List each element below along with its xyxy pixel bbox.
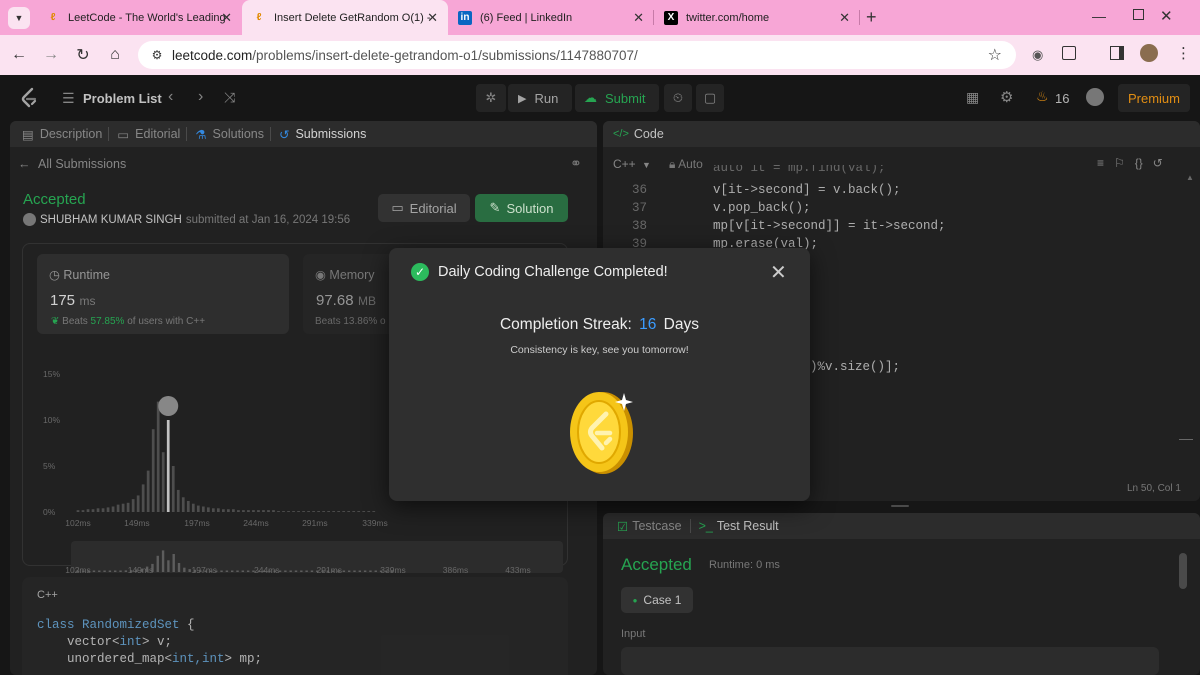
profile-avatar[interactable] — [1140, 44, 1158, 62]
tab-leetcode-home[interactable]: ℓ LeetCode - The World's Leading ✕ — [36, 0, 242, 35]
reload-icon[interactable]: ↻ — [70, 45, 96, 65]
tab-title: (6) Feed | LinkedIn — [480, 11, 573, 24]
modal-header: ✓ Daily Coding Challenge Completed! — [411, 263, 668, 281]
star-icon[interactable]: ☆ — [988, 45, 1002, 65]
modal-message: Consistency is key, see you tomorrow! — [510, 344, 689, 356]
url-bar[interactable]: ⚙ leetcode.com/problems/insert-delete-ge… — [138, 41, 1016, 69]
minimize-button[interactable]: — — [1092, 8, 1106, 24]
streak-value: 16 — [639, 316, 657, 333]
camera-icon[interactable]: ◉ — [1032, 47, 1043, 63]
streak-prefix: Completion Streak: — [499, 316, 632, 333]
close-icon[interactable]: ✕ — [839, 10, 850, 26]
leetcode-icon: ℓ — [50, 12, 56, 23]
url-path: /problems/insert-delete-getrandom-o1/sub… — [252, 47, 638, 63]
tab-twitter[interactable]: X twitter.com/home ✕ — [654, 0, 860, 35]
tab-title: LeetCode - The World's Leading — [68, 11, 226, 24]
restore-button[interactable] — [1133, 9, 1144, 20]
tab-title: twitter.com/home — [686, 11, 770, 24]
home-icon[interactable]: ⌂ — [102, 46, 128, 64]
coin-icon — [570, 392, 633, 474]
tab-title: Insert Delete GetRandom O(1) - — [274, 11, 431, 24]
close-icon[interactable]: ✕ — [221, 10, 232, 26]
url-host: leetcode.com — [172, 47, 253, 63]
check-circle-icon: ✓ — [411, 263, 429, 281]
site-info-icon[interactable]: ⚙ — [146, 48, 168, 62]
streak-suffix: Days — [663, 316, 699, 333]
close-icon[interactable]: ✕ — [770, 260, 787, 285]
tab-linkedin[interactable]: in (6) Feed | LinkedIn ✕ — [448, 0, 654, 35]
streak-row: Completion Streak: 16 Days — [389, 316, 810, 334]
linkedin-icon: in — [458, 10, 472, 25]
browser-tab-bar: ▼ ℓ LeetCode - The World's Leading ✕ ℓ I… — [0, 0, 1200, 35]
browser-address-bar: ← → ↻ ⌂ ⚙ leetcode.com/problems/insert-d… — [0, 35, 1200, 75]
close-window-button[interactable]: ✕ — [1160, 7, 1173, 25]
menu-icon[interactable]: ⋮ — [1176, 44, 1191, 62]
close-icon[interactable]: ✕ — [427, 10, 438, 26]
extensions-icon[interactable] — [1062, 46, 1076, 60]
tab-search-button[interactable]: ▼ — [8, 6, 30, 29]
new-tab-button[interactable]: + — [866, 7, 877, 28]
close-icon[interactable]: ✕ — [633, 10, 644, 26]
daily-challenge-modal: ✓ Daily Coding Challenge Completed! ✕ Co… — [389, 248, 810, 501]
tab-insert-delete[interactable]: ℓ Insert Delete GetRandom O(1) - ✕ — [242, 0, 448, 35]
sidebar-icon[interactable] — [1110, 46, 1124, 60]
leetcode-icon: ℓ — [256, 12, 262, 23]
forward-icon[interactable]: → — [38, 46, 64, 64]
modal-title: Daily Coding Challenge Completed! — [438, 264, 668, 280]
back-icon[interactable]: ← — [6, 46, 32, 64]
x-icon: X — [664, 10, 678, 25]
